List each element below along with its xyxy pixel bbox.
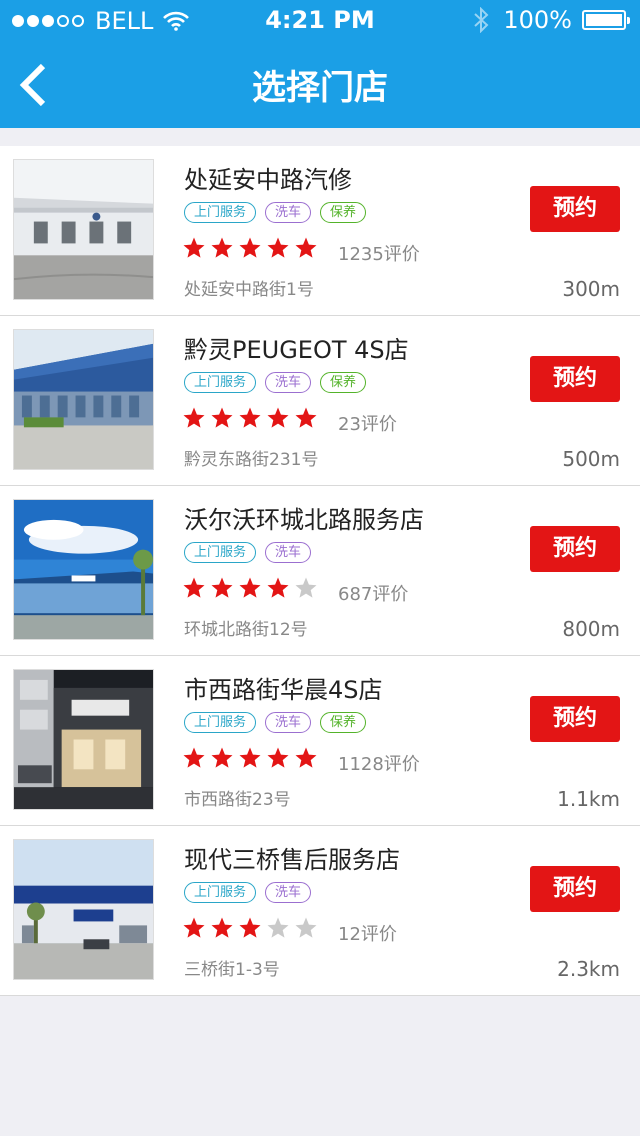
store-photo (13, 839, 154, 980)
star-filled-icon (267, 577, 289, 598)
service-tags: 上门服务 洗车 (184, 542, 320, 563)
star-filled-icon (267, 237, 289, 258)
store-photo (13, 159, 154, 300)
book-button[interactable]: 预约 (530, 696, 620, 742)
tag-maintenance: 保养 (320, 372, 367, 393)
store-name: 黔灵PEUGEOT 4S店 (184, 336, 409, 364)
bluetooth-icon (474, 7, 489, 33)
star-filled-icon (183, 237, 205, 258)
store-address: 三桥街1-3号 (184, 960, 280, 980)
star-filled-icon (239, 407, 261, 428)
star-filled-icon (211, 747, 233, 768)
star-filled-icon (183, 917, 205, 938)
review-count: 1128评价 (338, 754, 420, 775)
store-row[interactable]: 现代三桥售后服务店 上门服务 洗车 12评价 三桥街1-3号 预约 2.3km (0, 826, 640, 996)
store-distance: 300m (562, 277, 620, 301)
star-filled-icon (295, 237, 317, 258)
star-filled-icon (211, 407, 233, 428)
star-filled-icon (267, 407, 289, 428)
store-distance: 500m (562, 447, 620, 471)
star-filled-icon (295, 747, 317, 768)
star-filled-icon (183, 407, 205, 428)
store-row[interactable]: 黔灵PEUGEOT 4S店 上门服务 洗车 保养 23评价 黔灵东路街231号 … (0, 316, 640, 486)
store-photo (13, 499, 154, 640)
star-filled-icon (211, 917, 233, 938)
star-filled-icon (267, 747, 289, 768)
tag-door-service: 上门服务 (184, 372, 257, 393)
service-tags: 上门服务 洗车 保养 (184, 372, 375, 393)
tag-car-wash: 洗车 (265, 712, 312, 733)
store-row[interactable]: 处延安中路汽修 上门服务 洗车 保养 1235评价 处延安中路街1号 预约 30… (0, 146, 640, 316)
store-address: 环城北路街12号 (184, 620, 308, 640)
service-tags: 上门服务 洗车 保养 (184, 202, 375, 223)
star-filled-icon (239, 577, 261, 598)
store-address: 黔灵东路街231号 (184, 450, 319, 470)
battery-icon (582, 10, 630, 30)
book-button[interactable]: 预约 (530, 186, 620, 232)
tag-maintenance: 保养 (320, 712, 367, 733)
rating-stars (182, 576, 322, 600)
star-filled-icon (239, 917, 261, 938)
review-count: 1235评价 (338, 244, 420, 265)
tag-car-wash: 洗车 (265, 202, 312, 223)
store-address: 市西路街23号 (184, 790, 291, 810)
review-count: 23评价 (338, 414, 397, 435)
tag-car-wash: 洗车 (265, 882, 312, 903)
battery-percent: 100% (503, 6, 572, 34)
store-address: 处延安中路街1号 (184, 280, 314, 300)
store-name: 沃尔沃环城北路服务店 (184, 506, 424, 534)
star-empty-icon (295, 577, 317, 598)
store-distance: 1.1km (557, 787, 620, 811)
store-name: 市西路街华晨4S店 (184, 676, 383, 704)
store-name: 处延安中路汽修 (184, 166, 352, 194)
tag-car-wash: 洗车 (265, 372, 312, 393)
tag-door-service: 上门服务 (184, 712, 257, 733)
star-filled-icon (211, 237, 233, 258)
star-filled-icon (295, 407, 317, 428)
star-empty-icon (267, 917, 289, 938)
store-photo (13, 329, 154, 470)
status-bar: BELL 4:21 PM 100% (0, 0, 640, 40)
rating-stars (182, 916, 322, 940)
store-distance: 2.3km (557, 957, 620, 981)
star-empty-icon (295, 917, 317, 938)
star-filled-icon (183, 747, 205, 768)
store-name: 现代三桥售后服务店 (184, 846, 400, 874)
rating-stars (182, 746, 322, 770)
tag-maintenance: 保养 (320, 202, 367, 223)
store-row[interactable]: 沃尔沃环城北路服务店 上门服务 洗车 687评价 环城北路街12号 预约 800… (0, 486, 640, 656)
review-count: 12评价 (338, 924, 397, 945)
star-filled-icon (239, 747, 261, 768)
book-button[interactable]: 预约 (530, 356, 620, 402)
star-filled-icon (239, 237, 261, 258)
tag-car-wash: 洗车 (265, 542, 312, 563)
tag-door-service: 上门服务 (184, 882, 257, 903)
store-distance: 800m (562, 617, 620, 641)
store-photo (13, 669, 154, 810)
book-button[interactable]: 预约 (530, 866, 620, 912)
tag-door-service: 上门服务 (184, 202, 257, 223)
store-list: 处延安中路汽修 上门服务 洗车 保养 1235评价 处延安中路街1号 预约 30… (0, 146, 640, 996)
star-filled-icon (211, 577, 233, 598)
nav-header: BELL 4:21 PM 100% 选择门店 (0, 0, 640, 128)
rating-stars (182, 236, 322, 260)
book-button[interactable]: 预约 (530, 526, 620, 572)
service-tags: 上门服务 洗车 保养 (184, 712, 375, 733)
star-filled-icon (183, 577, 205, 598)
page-title: 选择门店 (252, 68, 388, 108)
service-tags: 上门服务 洗车 (184, 882, 320, 903)
tag-door-service: 上门服务 (184, 542, 257, 563)
rating-stars (182, 406, 322, 430)
store-row[interactable]: 市西路街华晨4S店 上门服务 洗车 保养 1128评价 市西路街23号 预约 1… (0, 656, 640, 826)
review-count: 687评价 (338, 584, 409, 605)
